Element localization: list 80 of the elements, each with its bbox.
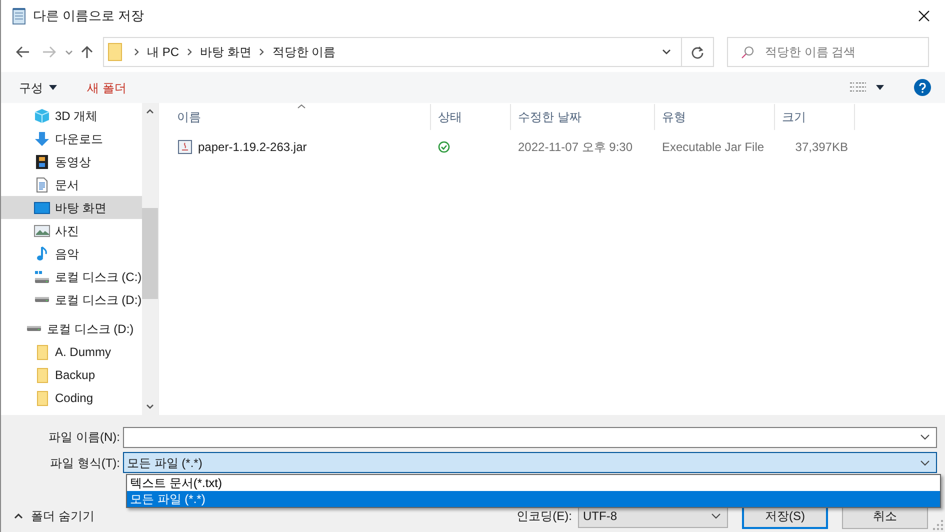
caret-icon (876, 85, 884, 90)
breadcrumb-item[interactable]: 적당한 이름 (272, 43, 336, 61)
help-button[interactable] (914, 79, 931, 96)
sidebar-item[interactable]: Coding (1, 386, 142, 409)
table-cell-text: 2022-11-07 오후 9:30 (517, 139, 634, 156)
forward-arrow-icon (42, 46, 56, 58)
sidebar-item[interactable]: 바탕 화면 (1, 196, 142, 219)
sidebar-item[interactable]: 로컬 디스크 (D:) (1, 288, 142, 311)
organize-menu-button[interactable]: 구성 (19, 78, 57, 96)
system-drive-icon (34, 268, 50, 284)
details-view-icon (850, 82, 866, 93)
chevron-right-icon (259, 48, 264, 56)
folder-icon (108, 43, 122, 61)
chevron-down-icon (920, 434, 930, 440)
folder-icon (34, 390, 50, 406)
window-title: 다른 이름으로 저장 (33, 7, 144, 26)
file-type-label: 파일 형식(T): (49, 454, 121, 472)
scroll-down-icon (146, 404, 154, 409)
sidebar-item[interactable]: 동영상 (1, 150, 142, 173)
chevron-down-icon (711, 513, 721, 519)
caret-icon (49, 85, 57, 90)
sidebar-item[interactable]: 다운로드 (1, 127, 142, 150)
sidebar-item[interactable]: 음악 (1, 242, 142, 265)
file-name-field[interactable] (123, 426, 937, 448)
column-header[interactable]: 크기 (775, 104, 855, 130)
file-type-dropdown[interactable]: 모든 파일 (*.*) (123, 452, 937, 473)
drive-icon (26, 326, 42, 331)
music-note-icon (34, 246, 50, 262)
sidebar-item[interactable]: 로컬 디스크 (D:) (1, 317, 142, 340)
chevron-down-icon (65, 50, 73, 54)
breadcrumb-item[interactable]: 바탕 화면 (200, 43, 252, 61)
scroll-up-icon (146, 109, 154, 114)
breadcrumb-item[interactable]: 내 PC (147, 43, 180, 61)
drive-icon (34, 297, 50, 302)
refresh-icon (691, 46, 704, 58)
folder-icon (34, 344, 50, 360)
sidebar-item[interactable]: 문서 (1, 173, 142, 196)
chevron-right-icon (187, 48, 192, 56)
caret-up-icon (14, 513, 23, 519)
sort-ascending-icon (297, 104, 306, 109)
column-header[interactable]: 유형 (655, 104, 775, 130)
folder-icon (34, 366, 50, 382)
search-icon (741, 46, 754, 59)
dropdown-option[interactable]: 모든 파일 (*.*) (127, 491, 940, 507)
film-strip-icon (34, 154, 50, 170)
column-header[interactable]: 상태 (431, 104, 511, 130)
address-bar[interactable]: 내 PC 바탕 화면 적당한 이름 (103, 37, 714, 67)
sidebar-item[interactable]: 사진 (1, 219, 142, 242)
sidebar-item[interactable]: Backup (1, 363, 142, 386)
new-folder-button[interactable]: 새 폴더 (87, 78, 126, 96)
file-name[interactable]: paper-1.19.2-263.jar (198, 138, 307, 156)
table-cell-text: 37,397KB (794, 139, 848, 156)
sidebar-scrollbar[interactable] (142, 103, 158, 415)
back-arrow-icon (16, 46, 30, 58)
sidebar-item[interactable]: A. Dummy (1, 340, 142, 363)
desktop-icon (34, 200, 50, 216)
column-header[interactable]: 수정한 날짜 (511, 104, 655, 130)
table-cell-text: Executable Jar File (661, 139, 766, 156)
hide-folders-button[interactable]: 폴더 숨기기 (14, 507, 94, 525)
search-field[interactable]: 적당한 이름 검색 (727, 37, 929, 67)
column-header[interactable]: 이름 (159, 104, 431, 130)
up-arrow-icon (81, 45, 93, 59)
resize-grip-icon (933, 520, 943, 530)
chevron-right-icon (134, 48, 139, 56)
chevron-down-icon (920, 460, 930, 466)
view-options-button[interactable] (850, 82, 884, 93)
encoding-label: 인코딩(E): (516, 508, 572, 525)
jar-file-icon (177, 139, 193, 155)
question-mark-icon (919, 82, 926, 92)
close-icon (918, 10, 930, 22)
chevron-down-icon (662, 49, 670, 55)
dropdown-option[interactable]: 텍스트 문서(*.txt) (127, 475, 940, 491)
file-name-label: 파일 이름(N): (48, 429, 121, 446)
download-arrow-icon (34, 130, 50, 146)
notepad-icon (10, 7, 28, 25)
sidebar-item[interactable]: 로컬 디스크 (C:) (1, 265, 142, 288)
sidebar-item[interactable]: 3D 개체 (1, 104, 142, 127)
document-icon (34, 176, 50, 192)
cube-icon (34, 108, 50, 124)
landscape-picture-icon (34, 222, 50, 238)
